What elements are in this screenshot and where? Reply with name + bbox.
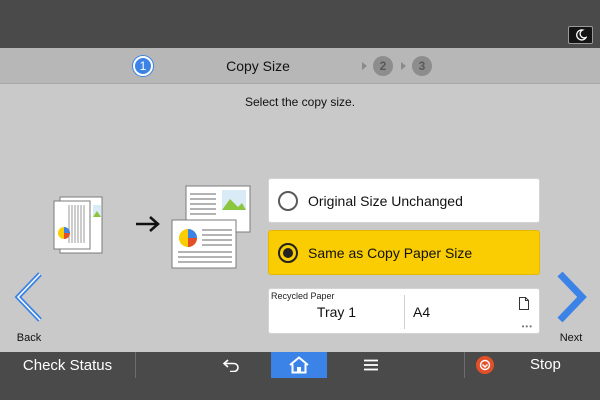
divider [135,352,136,378]
divider [464,352,465,378]
stop-button[interactable]: Stop [466,352,600,378]
step-title: Copy Size [226,58,290,74]
divider [404,295,405,329]
bottom-bar: Check Status Stop [0,352,600,400]
step-arrow-icon [362,62,367,70]
option-label: Same as Copy Paper Size [308,244,473,261]
copy-document-icon [171,185,251,269]
option-same-as-copy-paper-size[interactable]: Same as Copy Paper Size [268,230,540,275]
radio-selected [278,242,298,263]
more-options-icon: ••• [521,322,533,331]
step-2-indicator: 2 [373,56,393,76]
energy-saver-button[interactable] [568,26,593,44]
instruction-text: Select the copy size. [244,95,356,109]
current-step-indicator: 1 [133,56,153,76]
check-status-button[interactable]: Check Status [0,352,135,378]
top-bar [0,0,600,48]
copy-size-illustration [53,185,251,269]
moon-icon [575,29,587,41]
menu-icon [364,359,378,371]
paper-type-label: Recycled Paper [271,291,335,301]
step-bar: 1 Copy Size 2 3 [0,48,600,84]
home-icon [289,356,309,374]
paper-size: A4 [413,304,431,320]
back-label: Back [16,332,42,344]
next-button[interactable]: Next [546,268,596,344]
paper-orientation-icon [519,297,529,310]
step-arrow-icon [401,62,406,70]
undo-arrow-icon [222,359,239,372]
next-label: Next [559,332,583,344]
home-button[interactable] [271,352,327,378]
chevron-right-icon [557,271,587,323]
paper-tray-selector[interactable]: Recycled Paper Tray 1 A4 ••• [268,288,540,334]
arrow-right-icon [136,216,160,232]
radio-unselected [278,190,298,211]
option-original-size-unchanged[interactable]: Original Size Unchanged [268,178,540,223]
option-label: Original Size Unchanged [308,192,463,209]
menu-button[interactable] [356,352,386,378]
chevron-left-icon [14,272,42,322]
stop-label: Stop [530,356,561,373]
tray-name: Tray 1 [316,304,357,320]
stop-icon [476,356,494,374]
step-3-indicator: 3 [412,56,432,76]
back-button[interactable]: Back [4,268,54,344]
return-button[interactable] [216,352,246,378]
original-document-icon [53,196,103,254]
